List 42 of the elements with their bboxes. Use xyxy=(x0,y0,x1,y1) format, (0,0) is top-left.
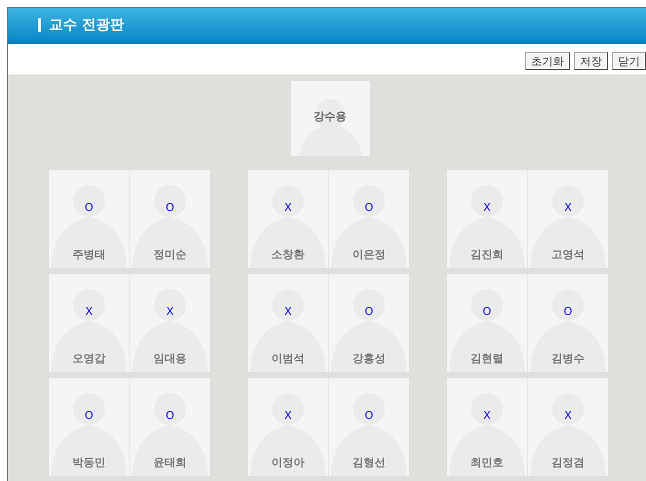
attendance-mark: O xyxy=(84,409,94,422)
professor-name: 김형선 xyxy=(352,455,386,470)
professor-name: 박동민 xyxy=(72,455,106,470)
professor-name: 주병태 xyxy=(72,247,106,262)
attendance-mark: O xyxy=(364,305,374,318)
professor-name: 최민호 xyxy=(470,455,504,470)
attendance-mark: O xyxy=(562,305,574,318)
professor-name: 고영석 xyxy=(550,247,586,262)
window-title: 교수 전광판 xyxy=(49,16,124,34)
professor-name: 윤태희 xyxy=(152,455,188,470)
toolbar-button[interactable]: 저장 xyxy=(574,52,608,70)
attendance-mark: O xyxy=(84,201,94,214)
professor-name: 김진희 xyxy=(470,247,504,262)
toolbar-button[interactable]: 초기화 xyxy=(525,52,570,70)
professor-name: 김정겸 xyxy=(550,455,586,470)
toolbar-button[interactable]: 닫기 xyxy=(612,52,646,70)
attendance-mark: O xyxy=(164,409,176,422)
professor-name: 김병수 xyxy=(550,351,586,366)
professor-name: 이범석 xyxy=(270,351,306,366)
attendance-mark: X xyxy=(283,305,293,318)
professor-name: 오영갑 xyxy=(72,351,106,366)
professor-name: 강수용 xyxy=(312,109,348,124)
attendance-mark: X xyxy=(84,305,94,318)
title-marker-icon xyxy=(38,18,41,32)
attendance-mark: X xyxy=(482,409,492,422)
professor-name: 이정아 xyxy=(270,455,306,470)
attendance-mark: X xyxy=(165,305,175,318)
attendance-mark: X xyxy=(283,409,293,422)
attendance-mark: X xyxy=(563,201,573,214)
professor-name: 정미순 xyxy=(152,247,188,262)
attendance-mark: O xyxy=(164,201,176,214)
attendance-mark: X xyxy=(563,409,573,422)
attendance-mark: O xyxy=(364,409,374,422)
professor-name: 김현렬 xyxy=(470,351,504,366)
attendance-mark: X xyxy=(482,201,492,214)
professor-name: 소창환 xyxy=(270,247,306,262)
attendance-mark: O xyxy=(364,201,374,214)
professor-name: 강홍성 xyxy=(352,351,386,366)
attendance-mark: X xyxy=(283,201,293,214)
professor-name: 이은정 xyxy=(352,247,386,262)
professor-name: 임대용 xyxy=(152,351,188,366)
attendance-mark: O xyxy=(482,305,492,318)
